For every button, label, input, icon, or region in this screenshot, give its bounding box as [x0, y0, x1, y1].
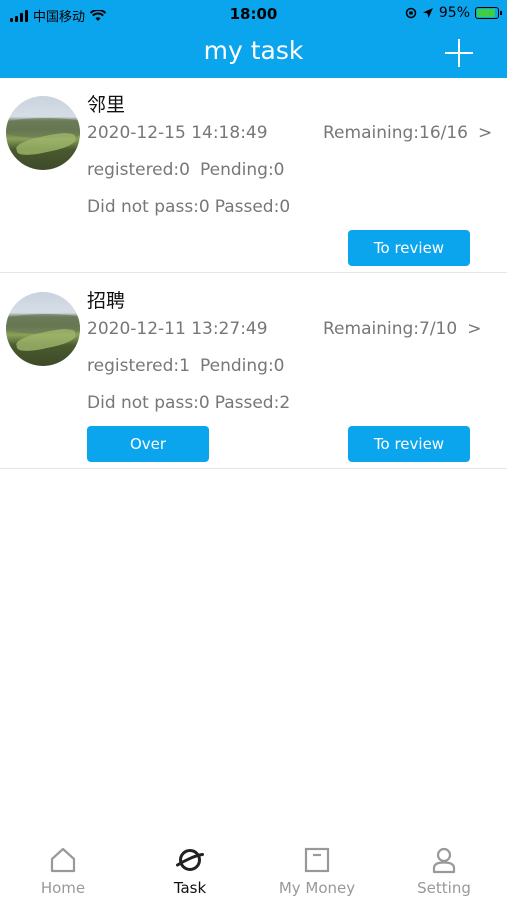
- task-results: Did not pass:0 Passed:2: [87, 393, 290, 413]
- tab-setting[interactable]: Setting: [381, 838, 507, 900]
- registered-count: registered:0: [87, 160, 190, 180]
- tab-label: Task: [173, 879, 207, 897]
- user-icon: [432, 847, 456, 874]
- over-button[interactable]: Over: [87, 426, 209, 462]
- battery-percent: 95%: [438, 5, 470, 21]
- pending-count: Pending:0: [199, 160, 285, 180]
- task-card[interactable]: 招聘 2020-12-11 13:27:49 Remaining:7/10 > r…: [0, 274, 507, 469]
- tab-bar: Home Task My Money Setting: [0, 838, 507, 900]
- status-bar: 中国移动 18:00 95%: [0, 0, 507, 28]
- plus-icon[interactable]: [445, 39, 473, 67]
- remaining-text: Remaining:16/16: [323, 123, 468, 143]
- passed-count: Passed:0: [214, 197, 291, 217]
- did-not-pass-count: Did not pass:0: [87, 197, 210, 217]
- home-icon: [50, 847, 76, 873]
- tab-label: My Money: [278, 879, 356, 897]
- task-avatar: [6, 96, 80, 170]
- task-card[interactable]: 邻里 2020-12-15 14:18:49 Remaining:16/16 > …: [0, 78, 507, 273]
- status-right: 95%: [405, 5, 502, 21]
- page-title: my task: [203, 36, 304, 65]
- location-icon: [422, 8, 433, 18]
- task-remaining[interactable]: Remaining:16/16 >: [323, 123, 492, 143]
- pending-count: Pending:0: [199, 356, 285, 376]
- to-review-button[interactable]: To review: [348, 230, 470, 266]
- task-counts: registered:0 Pending:0: [87, 160, 285, 180]
- money-icon: [304, 847, 330, 873]
- task-counts: registered:1 Pending:0: [87, 356, 285, 376]
- did-not-pass-count: Did not pass:0: [87, 393, 210, 413]
- nav-bar: my task: [0, 28, 507, 78]
- task-date: 2020-12-11 13:27:49: [87, 319, 268, 339]
- tab-label: Home: [40, 879, 86, 897]
- battery-icon: [475, 7, 502, 19]
- tab-my-money[interactable]: My Money: [254, 838, 380, 900]
- app-screen: 中国移动 18:00 95% my task 邻里 2020-12-15 14:…: [0, 0, 507, 900]
- task-title: 邻里: [87, 94, 126, 116]
- tab-home[interactable]: Home: [0, 838, 126, 900]
- task-results: Did not pass:0 Passed:0: [87, 197, 290, 217]
- tab-label: Setting: [417, 879, 471, 897]
- lock-rotation-icon: [405, 7, 417, 19]
- to-review-button[interactable]: To review: [348, 426, 470, 462]
- chevron-right-icon[interactable]: >: [478, 123, 492, 143]
- tab-task[interactable]: Task: [127, 838, 253, 900]
- remaining-text: Remaining:7/10: [323, 319, 458, 339]
- task-date: 2020-12-15 14:18:49: [87, 123, 268, 143]
- task-remaining[interactable]: Remaining:7/10 >: [323, 319, 481, 339]
- task-icon: [176, 849, 204, 871]
- task-avatar: [6, 292, 80, 366]
- chevron-right-icon[interactable]: >: [467, 319, 481, 339]
- task-title: 招聘: [87, 290, 126, 312]
- registered-count: registered:1: [87, 356, 190, 376]
- passed-count: Passed:2: [214, 393, 291, 413]
